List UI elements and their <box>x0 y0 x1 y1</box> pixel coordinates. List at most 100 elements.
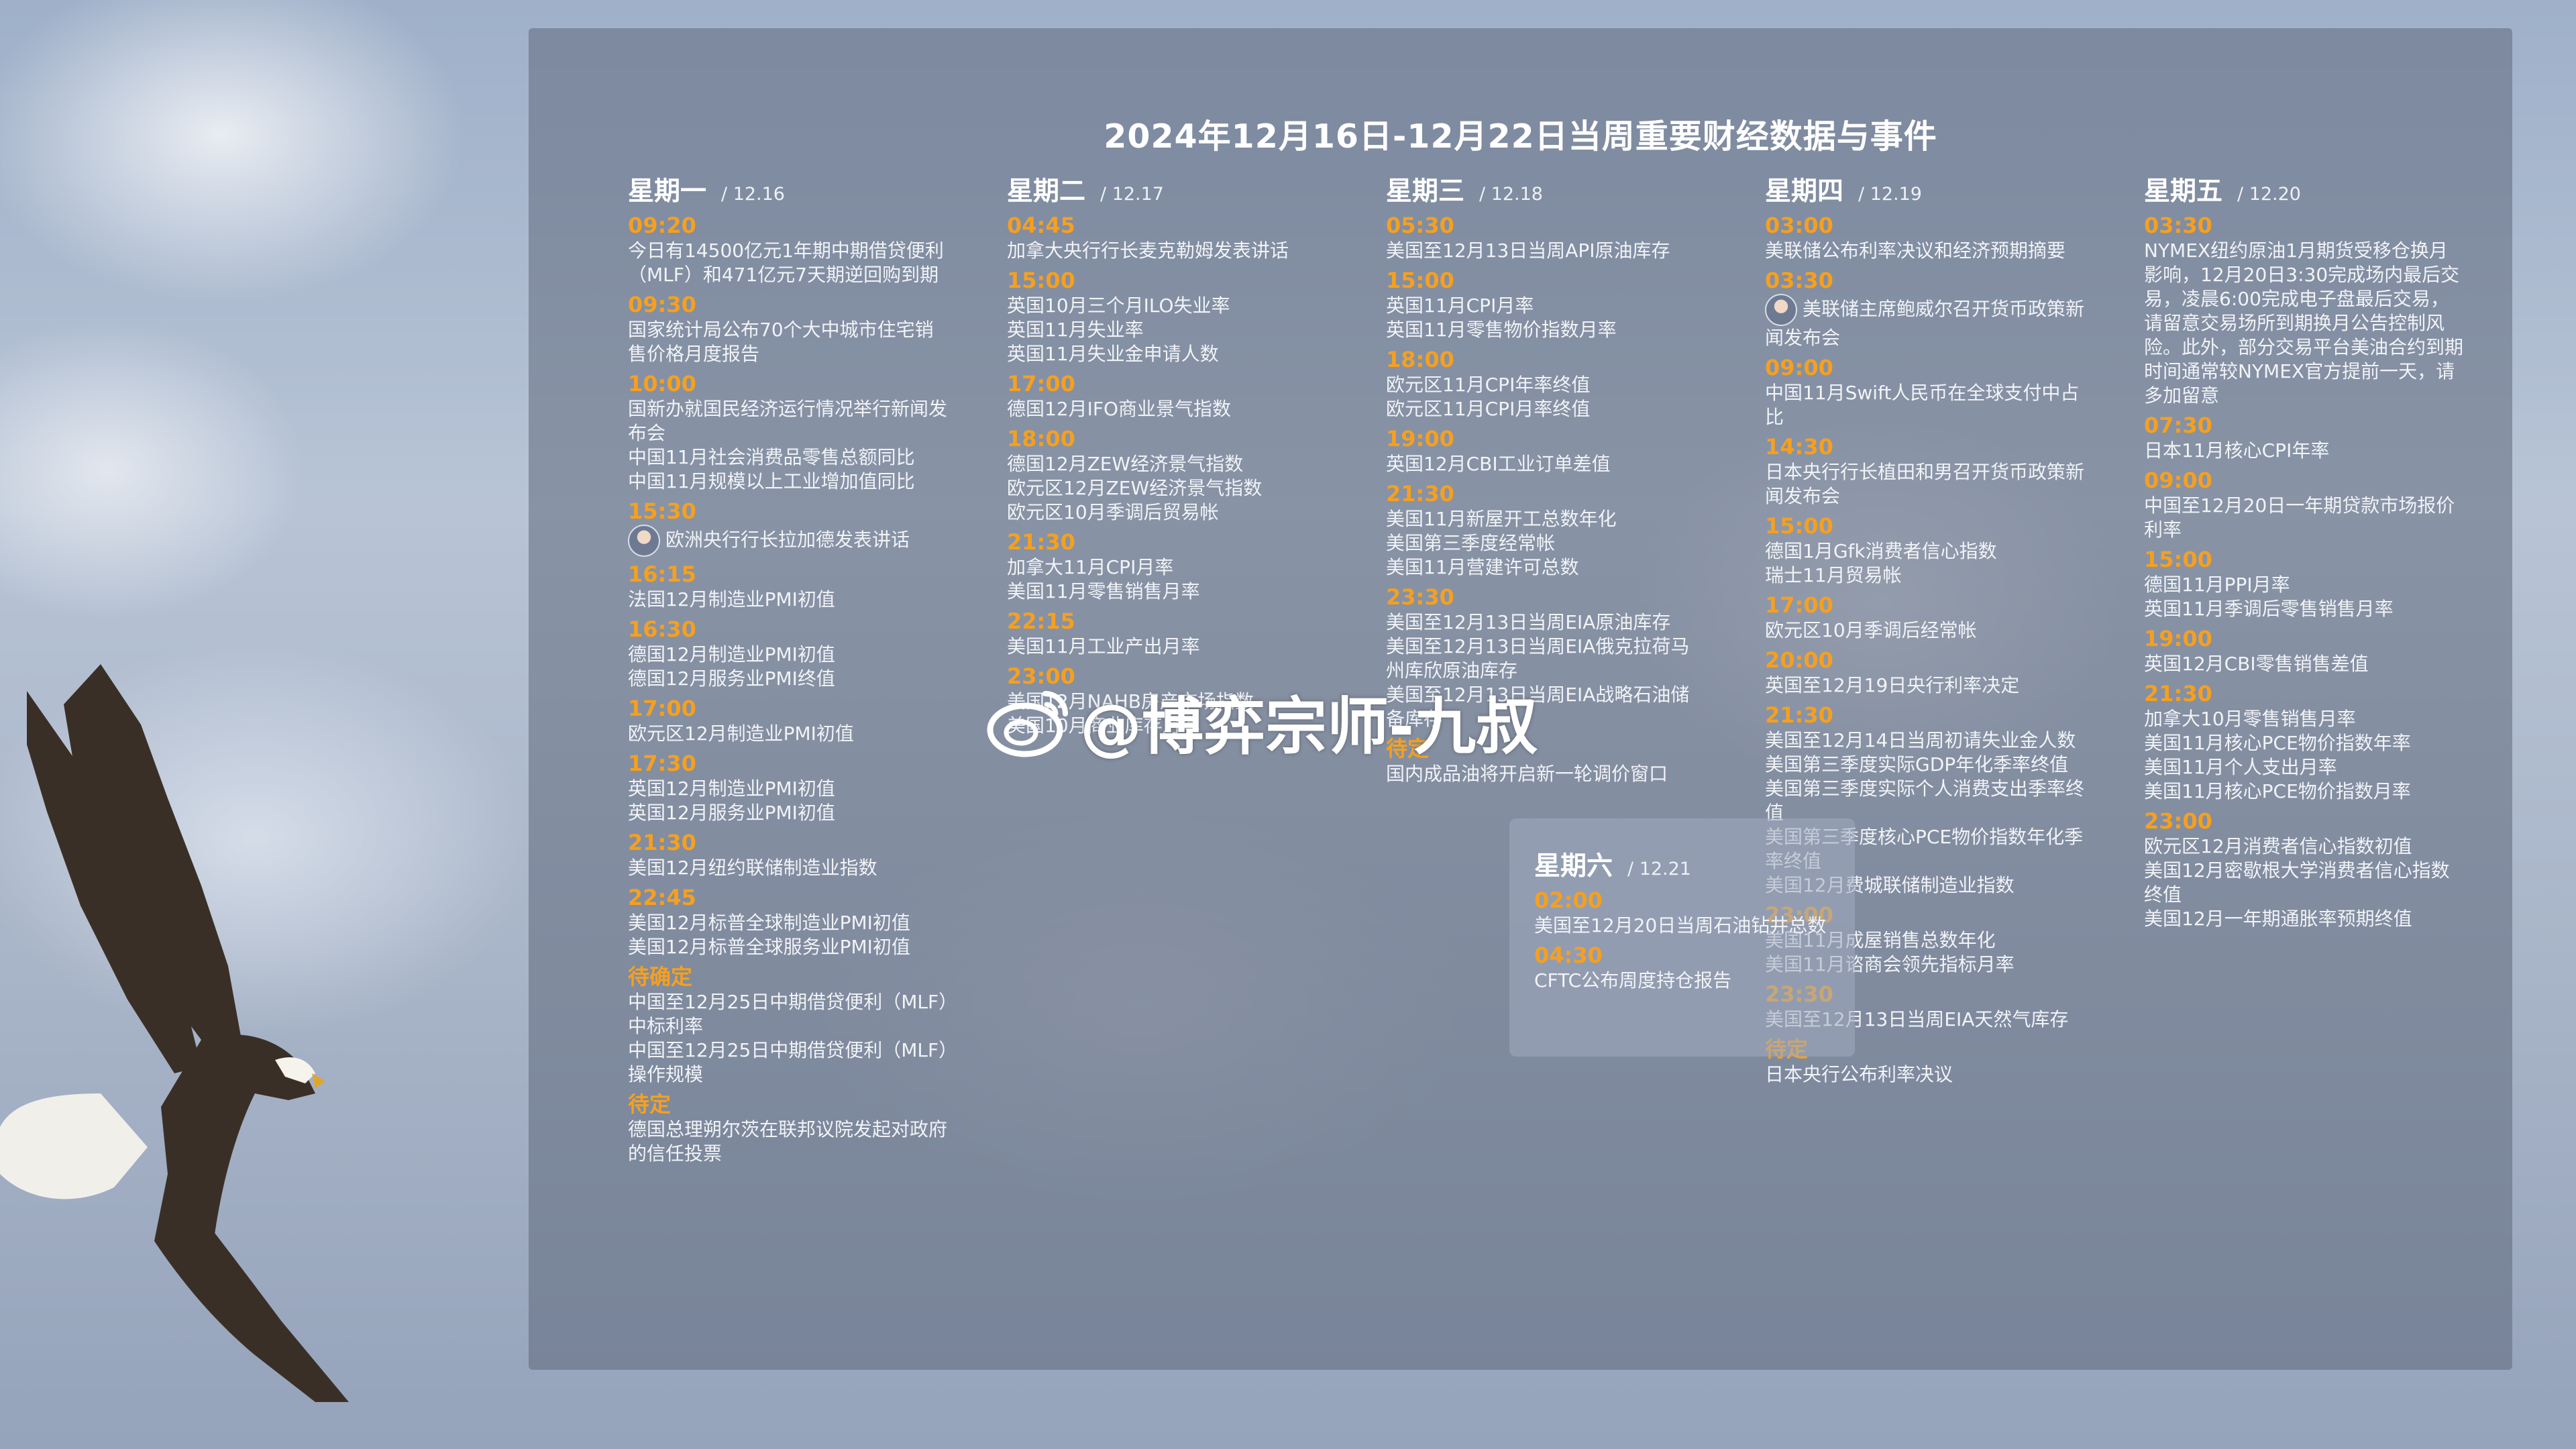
event-item: 美国至12月14日当周初请失业金人数 <box>1765 729 2087 753</box>
event-item: 美国11月零售销售月率 <box>1007 580 1329 604</box>
event-time: 15:00 <box>1765 513 1833 539</box>
event-item: CFTC公布周度持仓报告 <box>1534 969 1843 993</box>
event-time: 19:00 <box>1386 426 1454 451</box>
event-item: 美国11月个人支出月率 <box>2144 755 2466 780</box>
event-item: 中国11月Swift人民币在全球支付中占比 <box>1765 381 2087 429</box>
event-text: 美国12月一年期通胀率预期终值 <box>2144 908 2412 930</box>
event-text: 德国总理朔尔茨在联邦议院发起对政府的信任投票 <box>628 1118 948 1165</box>
event-item: 美国12月一年期通胀率预期终值 <box>2144 907 2466 931</box>
event-item: 美国至12月13日当周EIA俄克拉荷马州库欣原油库存 <box>1386 635 1708 683</box>
event-text: 德国12月ZEW经济景气指数 <box>1007 453 1244 475</box>
day-header: 星期一 / 12.16 <box>628 170 950 208</box>
day-date: / 12.21 <box>1627 859 1691 879</box>
event-item: 美国第三季度经常帐 <box>1386 531 1708 555</box>
event-text: 国新办就国民经济运行情况举行新闻发布会 <box>628 398 948 444</box>
event-item: 日本央行公布利率决议 <box>1765 1063 2087 1087</box>
day-header: 星期三 / 12.18 <box>1386 170 1708 208</box>
event-item: 日本央行行长植田和男召开货币政策新闻发布会 <box>1765 460 2087 508</box>
event-item: 加拿大11月CPI月率 <box>1007 555 1329 580</box>
event-time: 09:30 <box>628 292 696 317</box>
event-time: 待确定 <box>628 964 693 989</box>
event-item: 加拿大10月零售销售月率 <box>2144 707 2466 731</box>
event-time: 22:45 <box>628 885 696 910</box>
event-text: 加拿大11月CPI月率 <box>1007 556 1174 578</box>
event-text: 法国12月制造业PMI初值 <box>628 588 835 610</box>
event-text: 中国11月规模以上工业增加值同比 <box>628 470 915 492</box>
event-text: 美国至12月14日当周初请失业金人数 <box>1765 729 2076 751</box>
day-header: 星期五 / 12.20 <box>2144 170 2466 208</box>
event-text: 加拿大10月零售销售月率 <box>2144 708 2356 730</box>
event-text: 欧元区12月ZEW经济景气指数 <box>1007 477 1263 499</box>
event-text: 欧元区11月CPI月率终值 <box>1386 398 1591 420</box>
event-item: 英国11月季调后零售销售月率 <box>2144 597 2466 621</box>
event-item: 中国至12月20日一年期贷款市场报价利率 <box>2144 494 2466 542</box>
event-text: 美国第三季度实际GDP年化季率终值 <box>1765 753 2069 775</box>
event-text: CFTC公布周度持仓报告 <box>1534 969 1732 991</box>
event-text: 国家统计局公布70个大中城市住宅销售价格月度报告 <box>628 319 934 365</box>
day-header: 星期四 / 12.19 <box>1765 170 2087 208</box>
event-item: 美国12月密歇根大学消费者信心指数终值 <box>2144 859 2466 907</box>
event-text: 中国11月Swift人民币在全球支付中占比 <box>1765 382 2080 428</box>
event-time: 15:00 <box>2144 547 2212 572</box>
event-text: 德国12月IFO商业景气指数 <box>1007 398 1232 420</box>
event-text: 日本央行行长植田和男召开货币政策新闻发布会 <box>1765 461 2085 507</box>
event-text: 美国12月密歇根大学消费者信心指数终值 <box>2144 859 2450 906</box>
event-item: 加拿大央行行长麦克勒姆发表讲话 <box>1007 239 1329 263</box>
event-time: 22:15 <box>1007 608 1075 634</box>
event-time: 04:30 <box>1534 943 1603 968</box>
event-item: 国新办就国民经济运行情况举行新闻发布会 <box>628 397 950 445</box>
event-item: 美国11月新屋开工总数年化 <box>1386 507 1708 531</box>
event-text: 欧元区12月制造业PMI初值 <box>628 722 854 745</box>
event-item: 德国12月IFO商业景气指数 <box>1007 397 1329 421</box>
event-text: 英国12月CBI零售销售差值 <box>2144 653 2369 675</box>
event-text: 美联储公布利率决议和经济预期摘要 <box>1765 239 2066 262</box>
event-text: 美国第三季度经常帐 <box>1386 532 1556 554</box>
event-time: 16:30 <box>628 616 696 642</box>
event-time: 04:45 <box>1007 213 1075 238</box>
day-column-tuesday: 星期二 / 12.17 04:45 加拿大央行行长麦克勒姆发表讲话 15:00 英国10月… <box>1007 170 1329 738</box>
event-text: 今日有14500亿元1年期中期借贷便利（MLF）和471亿元7天期逆回购到期 <box>628 239 944 286</box>
day-column-saturday: 星期六 / 12.21 02:00 美国至12月20日当周石油钻井总数 04:30 CFT… <box>1534 845 1843 993</box>
event-text: 美国第三季度实际个人消费支出季率终值 <box>1765 777 2085 824</box>
event-text: 美国至12月13日当周EIA原油库存 <box>1386 611 1671 633</box>
event-text: 欧元区10月季调后贸易帐 <box>1007 501 1219 523</box>
event-item: 美国第三季度实际GDP年化季率终值 <box>1765 753 2087 777</box>
event-time: 21:30 <box>1765 702 1833 728</box>
event-text: 美联储主席鲍威尔召开货币政策新闻发布会 <box>1765 298 2085 349</box>
event-time: 17:00 <box>1007 371 1075 396</box>
event-item: 欧元区12月制造业PMI初值 <box>628 722 950 746</box>
day-date: / 12.17 <box>1100 184 1164 205</box>
event-text: 英国11月零售物价指数月率 <box>1386 319 1617 341</box>
event-item: 英国11月零售物价指数月率 <box>1386 318 1708 342</box>
event-text: 日本11月核心CPI年率 <box>2144 439 2330 462</box>
day-name: 星期一 <box>628 176 707 207</box>
event-item: 美国11月核心PCE物价指数月率 <box>2144 780 2466 804</box>
event-item: 美国12月纽约联储制造业指数 <box>628 856 950 880</box>
event-time: 03:30 <box>1765 268 1833 293</box>
event-item: 欧元区11月CPI月率终值 <box>1386 397 1708 421</box>
event-text: 英国11月季调后零售销售月率 <box>2144 598 2394 620</box>
event-text: 美国11月核心PCE物价指数年率 <box>2144 732 2411 754</box>
day-name: 星期三 <box>1386 176 1465 207</box>
event-item: 美国至12月20日当周石油钻井总数 <box>1534 914 1843 938</box>
watermark-text: @博弈宗师-九叔 <box>1080 690 1538 763</box>
event-time: 18:00 <box>1386 347 1454 372</box>
event-item: 美国12月标普全球制造业PMI初值 <box>628 911 950 935</box>
day-header: 星期六 / 12.21 <box>1534 845 1843 883</box>
event-item: 美国至12月13日当周API原油库存 <box>1386 239 1708 263</box>
eagle-illustration <box>0 664 349 1402</box>
speaker-avatar <box>1765 294 1797 326</box>
page-title: 2024年12月16日-12月22日当周重要财经数据与事件 <box>1104 117 1937 156</box>
event-item: 欧洲央行行长拉加德发表讲话 <box>628 525 950 557</box>
event-time: 15:00 <box>1007 268 1075 293</box>
event-text: 美国至12月13日当周API原油库存 <box>1386 239 1670 262</box>
day-column-monday: 星期一 / 12.16 09:20 今日有14500亿元1年期中期借贷便利（MLF）和… <box>628 170 950 1166</box>
event-text: 美国11月个人支出月率 <box>2144 756 2337 778</box>
day-header: 星期二 / 12.17 <box>1007 170 1329 208</box>
event-text: 美国11月营建许可总数 <box>1386 556 1579 578</box>
event-text: 美国至12月13日当周EIA俄克拉荷马州库欣原油库存 <box>1386 635 1690 682</box>
event-text: 美国11月新屋开工总数年化 <box>1386 508 1617 530</box>
event-text: 日本央行公布利率决议 <box>1765 1063 1953 1085</box>
event-item: 美国至12月13日当周EIA原油库存 <box>1386 610 1708 635</box>
day-name: 星期四 <box>1765 176 1844 207</box>
